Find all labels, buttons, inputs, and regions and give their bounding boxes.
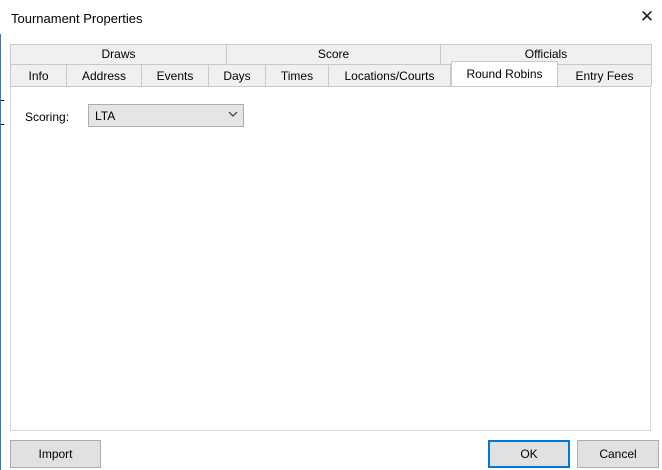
title-bar: Tournament Properties ✕ (0, 0, 662, 34)
tab-times[interactable]: Times (266, 64, 329, 86)
close-icon[interactable]: ✕ (632, 4, 662, 30)
window-title: Tournament Properties (11, 11, 143, 26)
edge-tick (1, 100, 4, 101)
edge-tick (1, 124, 4, 125)
tab-events[interactable]: Events (142, 64, 209, 86)
tab-draws[interactable]: Draws (10, 44, 227, 64)
window-left-edge (0, 0, 1, 470)
tab-round-robins[interactable]: Round Robins (451, 61, 558, 86)
tab-entry-fees[interactable]: Entry Fees (558, 64, 652, 86)
cancel-button[interactable]: Cancel (577, 440, 659, 468)
scoring-value: LTA (95, 109, 116, 123)
chevron-down-icon (228, 108, 238, 122)
ok-button[interactable]: OK (488, 440, 570, 468)
tab-score[interactable]: Score (227, 44, 441, 64)
import-button[interactable]: Import (10, 440, 101, 468)
tab-days[interactable]: Days (209, 64, 266, 86)
tab-address[interactable]: Address (67, 64, 142, 86)
tab-locations-courts[interactable]: Locations/Courts (329, 64, 451, 86)
scoring-label: Scoring: (25, 110, 70, 124)
round-robins-panel: Scoring: LTA (10, 86, 651, 431)
scoring-select[interactable]: LTA (88, 104, 244, 127)
tab-row-front: Info Address Events Days Times Locations… (10, 61, 652, 86)
tab-info[interactable]: Info (10, 64, 67, 86)
